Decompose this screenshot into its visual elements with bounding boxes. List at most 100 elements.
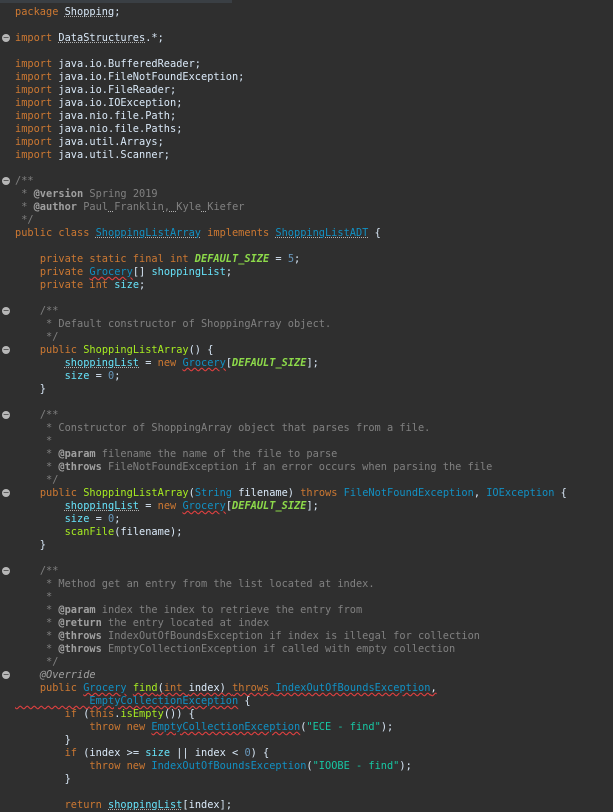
collapse-fold-icon[interactable] <box>2 411 10 419</box>
collapse-fold-icon[interactable] <box>2 346 10 354</box>
collapse-fold-icon[interactable] <box>2 177 10 185</box>
code-line[interactable]: } <box>0 539 613 552</box>
code-text: shoppingList = new Grocery[DEFAULT_SIZE]… <box>15 357 319 370</box>
code-line[interactable] <box>0 240 613 253</box>
collapse-fold-icon[interactable] <box>2 567 10 575</box>
code-line[interactable]: * @param filename the name of the file t… <box>0 448 613 461</box>
code-text: * @throws IndexOutOfBoundsException if i… <box>15 630 480 643</box>
code-line[interactable]: public ShoppingListArray(String filename… <box>0 487 613 500</box>
code-line[interactable]: public class ShoppingListArray implement… <box>0 227 613 240</box>
code-line[interactable] <box>0 45 613 58</box>
code-line[interactable]: shoppingList = new Grocery[DEFAULT_SIZE]… <box>0 357 613 370</box>
code-line[interactable]: private static final int DEFAULT_SIZE = … <box>0 253 613 266</box>
code-line[interactable]: * Constructor of ShoppingArray object th… <box>0 422 613 435</box>
code-line[interactable]: } <box>0 773 613 786</box>
code-token: the entry located at index <box>101 617 270 629</box>
code-line[interactable] <box>0 292 613 305</box>
code-line[interactable]: } <box>0 383 613 396</box>
code-line[interactable]: scanFile(filename); <box>0 526 613 539</box>
collapse-fold-icon[interactable] <box>2 307 10 315</box>
code-line[interactable]: throw new EmptyCollectionException("ECE … <box>0 721 613 734</box>
code-line[interactable]: import java.nio.file.Paths; <box>0 123 613 136</box>
code-line[interactable]: if (index >= size || index < 0) { <box>0 747 613 760</box>
code-line[interactable]: import java.io.FileReader; <box>0 84 613 97</box>
code-line[interactable]: import java.util.Scanner; <box>0 149 613 162</box>
code-line[interactable]: /** <box>0 409 613 422</box>
code-line[interactable]: import DataStructures.*; <box>0 32 613 45</box>
code-token: import <box>15 58 59 70</box>
code-line[interactable]: * Default constructor of ShoppingArray o… <box>0 318 613 331</box>
code-line[interactable]: shoppingList = new Grocery[DEFAULT_SIZE]… <box>0 500 613 513</box>
code-token: * <box>15 448 59 460</box>
collapse-fold-icon[interactable] <box>2 34 10 42</box>
code-text: } <box>15 734 71 747</box>
code-line[interactable]: * @return the entry located at index <box>0 617 613 630</box>
code-line[interactable]: */ <box>0 214 613 227</box>
code-token: DEFAULT_SIZE <box>194 253 270 265</box>
code-line[interactable]: * @throws FileNotFoundException if an er… <box>0 461 613 474</box>
code-line[interactable] <box>0 19 613 32</box>
code-line[interactable]: private Grocery[] shoppingList; <box>0 266 613 279</box>
code-line[interactable]: */ <box>0 474 613 487</box>
code-line[interactable]: /** <box>0 175 613 188</box>
code-line[interactable]: import java.nio.file.Path; <box>0 110 613 123</box>
code-line[interactable] <box>0 786 613 799</box>
code-line[interactable]: /** <box>0 305 613 318</box>
collapse-fold-icon[interactable] <box>2 489 10 497</box>
code-text: public class ShoppingListArray implement… <box>15 227 381 240</box>
code-line[interactable]: /** <box>0 565 613 578</box>
code-token: import <box>15 71 59 83</box>
code-token: throws <box>300 487 344 499</box>
code-line[interactable] <box>0 162 613 175</box>
code-line[interactable]: size = 0; <box>0 513 613 526</box>
code-line[interactable]: size = 0; <box>0 370 613 383</box>
code-line[interactable]: * @param index the index to retrieve the… <box>0 604 613 617</box>
code-token: index the index to retrieve the entry fr… <box>95 604 363 616</box>
code-token: ; <box>294 253 301 265</box>
code-line[interactable]: * @throws IndexOutOfBoundsException if i… <box>0 630 613 643</box>
code-token: ); <box>380 721 394 733</box>
code-token: @param <box>58 604 96 616</box>
code-token: * <box>15 617 59 629</box>
code-line[interactable] <box>0 396 613 409</box>
code-line[interactable]: public ShoppingListArray() { <box>0 344 613 357</box>
code-line[interactable]: * <box>0 591 613 604</box>
code-line[interactable]: * <box>0 435 613 448</box>
code-line[interactable] <box>0 552 613 565</box>
code-text: package Shopping; <box>15 6 120 19</box>
code-line[interactable]: * Method get an entry from the list loca… <box>0 578 613 591</box>
code-text: import java.nio.file.Paths; <box>15 123 182 136</box>
code-token: [] <box>132 266 152 278</box>
code-line[interactable]: * @version Spring 2019 <box>0 188 613 201</box>
code-line[interactable]: package Shopping; <box>0 6 613 19</box>
code-token: */ <box>15 656 59 668</box>
code-line[interactable]: return shoppingList[index]; <box>0 799 613 812</box>
code-line[interactable]: private int size; <box>0 279 613 292</box>
code-text: @Override <box>15 669 96 682</box>
code-line[interactable]: import java.io.FileNotFoundException; <box>0 71 613 84</box>
code-token: private static final int <box>39 253 195 265</box>
code-line[interactable]: */ <box>0 656 613 669</box>
code-line[interactable]: * @author Paul Franklin, Kyle Kiefer <box>0 201 613 214</box>
code-token: scanFile <box>64 526 115 538</box>
code-line[interactable]: public Grocery find(int index) throws In… <box>0 682 613 695</box>
code-editor[interactable]: package Shopping; import DataStructures.*… <box>0 3 613 812</box>
code-line[interactable]: import java.io.BufferedReader; <box>0 58 613 71</box>
code-line[interactable]: if (this.isEmpty()) { <box>0 708 613 721</box>
code-line[interactable]: } <box>0 734 613 747</box>
code-line[interactable]: @Override <box>0 669 613 682</box>
code-token: @version <box>33 188 84 200</box>
code-line[interactable]: throw new IndexOutOfBoundsException("IOO… <box>0 760 613 773</box>
code-line[interactable]: EmptyCollectionException { <box>0 695 613 708</box>
code-line[interactable]: import java.io.IOException; <box>0 97 613 110</box>
code-line[interactable]: */ <box>0 331 613 344</box>
code-line[interactable]: import java.util.Arrays; <box>0 136 613 149</box>
code-token: public <box>39 682 84 694</box>
code-line[interactable]: * @throws EmptyCollectionException if ca… <box>0 643 613 656</box>
collapse-fold-icon[interactable] <box>2 671 10 679</box>
